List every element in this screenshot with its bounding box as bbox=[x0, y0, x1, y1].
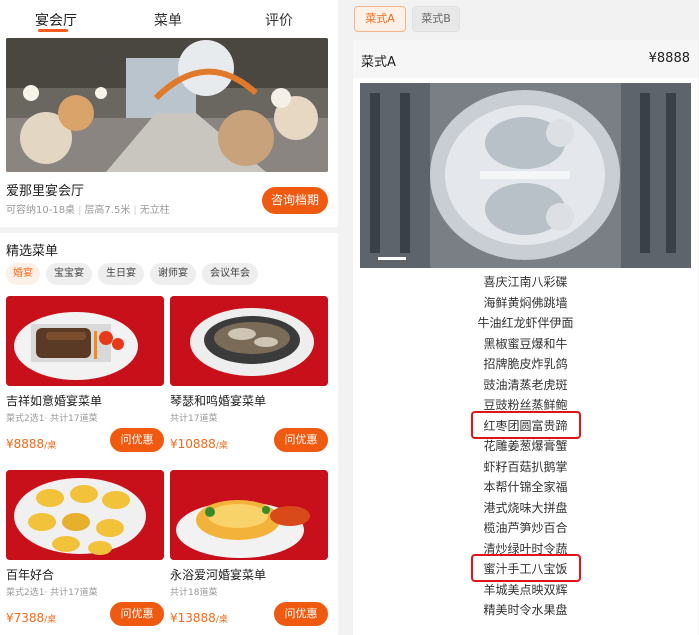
menu-detail-card: 菜式A ¥8888 喜庆江南八彩碟 海鲜黄焖佛跳墙 牛油红龙虾伴伊面 黑椒蜜豆爆… bbox=[353, 40, 698, 635]
dish-item: 黑椒蜜豆爆和牛 bbox=[483, 336, 568, 351]
hall-capacity: 可容纳10-18桌 bbox=[6, 205, 76, 216]
section-divider bbox=[0, 227, 338, 233]
menu-variant-tabs: 菜式A 菜式B bbox=[345, 0, 699, 38]
dish-item: 豉油清蒸老虎斑 bbox=[483, 377, 568, 392]
menu-title: 琴瑟和鸣婚宴菜单 bbox=[170, 394, 267, 408]
dish-item: 榄油芦笋炒百合 bbox=[483, 521, 568, 535]
dish-item: 牛油红龙虾伴伊面 bbox=[477, 316, 574, 330]
menu-card[interactable]: 琴瑟和鸣婚宴菜单 共计17道菜 ¥10888/桌 问优惠 bbox=[170, 296, 328, 456]
dish-photo bbox=[6, 470, 164, 560]
dish-item: 花雕姜葱爆膏蟹 bbox=[483, 439, 568, 453]
hall-render-photo[interactable] bbox=[360, 83, 691, 268]
dish-item: 港式烧味大拼盘 bbox=[483, 500, 568, 515]
chip-baby[interactable]: 宝宝宴 bbox=[46, 263, 92, 285]
chip-birthday[interactable]: 生日宴 bbox=[98, 263, 144, 285]
active-tab-indicator bbox=[38, 29, 68, 32]
menu-subtitle: 共计18道菜 bbox=[170, 588, 218, 598]
dish-item: 羊城美点映双辉 bbox=[483, 582, 568, 597]
hall-specs: 可容纳10-18桌 | 层高7.5米 | 无立柱 bbox=[6, 201, 170, 216]
ask-discount-button[interactable]: 问优惠 bbox=[110, 602, 164, 626]
menu-price: ¥7388/桌 bbox=[6, 611, 56, 625]
price-unit: /桌 bbox=[44, 441, 57, 451]
hall-name: 爱那里宴会厅 bbox=[6, 184, 85, 199]
menu-price: ¥10888/桌 bbox=[170, 437, 228, 451]
menu-subtitle: 共计17道菜 bbox=[170, 414, 218, 424]
dish-highlight-box bbox=[471, 410, 581, 439]
dish-item: 虾籽百菇扒鹅掌 bbox=[483, 459, 568, 474]
menu-title: 永浴爱河婚宴菜单 bbox=[170, 568, 267, 582]
tab-menu[interactable]: 菜单 bbox=[154, 10, 182, 30]
ask-discount-button[interactable]: 问优惠 bbox=[110, 428, 164, 452]
hall-pillar: 无立柱 bbox=[139, 205, 170, 216]
menu-subtitle: 菜式2选1· 共计17道菜 bbox=[6, 588, 98, 598]
ask-discount-button[interactable]: 问优惠 bbox=[274, 428, 328, 452]
price-unit: /桌 bbox=[44, 615, 57, 625]
spec-separator: | bbox=[133, 205, 137, 216]
dish-photo bbox=[170, 470, 328, 560]
menu-price: ¥8888/桌 bbox=[6, 437, 56, 451]
spec-separator: | bbox=[78, 205, 82, 216]
menu-subtitle: 菜式2选1· 共计17道菜 bbox=[6, 414, 98, 424]
dish-item: 海鲜黄焖佛跳墙 bbox=[483, 295, 568, 310]
ask-discount-button[interactable]: 问优惠 bbox=[274, 602, 328, 626]
menu-price: ¥13888/桌 bbox=[170, 611, 228, 625]
tab-menu-b[interactable]: 菜式B bbox=[412, 6, 460, 32]
chip-wedding[interactable]: 婚宴 bbox=[6, 263, 40, 285]
menu-header: 菜式A ¥8888 bbox=[353, 40, 698, 78]
chip-teacher[interactable]: 谢师宴 bbox=[150, 263, 196, 285]
price-unit: /桌 bbox=[215, 615, 228, 625]
menu-card[interactable]: 吉祥如意婚宴菜单 菜式2选1· 共计17道菜 ¥8888/桌 问优惠 bbox=[6, 296, 164, 456]
menu-detail-panel: 菜式A 菜式B 菜式A ¥8888 喜庆江南八彩碟 海鲜黄焖佛跳墙 牛油红龙虾伴… bbox=[345, 0, 699, 635]
chip-conference[interactable]: 会议年会 bbox=[202, 263, 258, 285]
hall-height: 层高7.5米 bbox=[84, 205, 131, 216]
menu-variant-name: 菜式A bbox=[361, 55, 396, 70]
price-unit: /桌 bbox=[215, 441, 228, 451]
dish-photo bbox=[170, 296, 328, 386]
dish-item: 本帮什锦全家福 bbox=[483, 480, 568, 494]
price-value: ¥8888 bbox=[6, 437, 45, 451]
price-value: ¥13888 bbox=[170, 611, 216, 625]
venue-tabs: 宴会厅 菜单 评价 bbox=[0, 0, 338, 38]
price-value: ¥10888 bbox=[170, 437, 216, 451]
app-root: 宴会厅 菜单 评价 爱那里宴会厅 可容纳10-18桌 | 层高7.5米 | 无立… bbox=[0, 0, 699, 635]
menu-title: 百年好合 bbox=[6, 568, 55, 582]
menu-card[interactable]: 永浴爱河婚宴菜单 共计18道菜 ¥13888/桌 问优惠 bbox=[170, 470, 328, 630]
dish-highlight-box bbox=[471, 554, 581, 582]
dish-photo bbox=[6, 296, 164, 386]
dish-item: 招牌脆皮炸乳鸽 bbox=[483, 357, 568, 371]
tab-reviews[interactable]: 评价 bbox=[265, 10, 293, 30]
menu-card[interactable]: 百年好合 菜式2选1· 共计17道菜 ¥7388/桌 问优惠 bbox=[6, 470, 164, 630]
tab-menu-a[interactable]: 菜式A bbox=[354, 6, 406, 32]
menu-title: 吉祥如意婚宴菜单 bbox=[6, 394, 103, 408]
consult-schedule-button[interactable]: 咨询档期 bbox=[262, 187, 328, 214]
hall-photo[interactable] bbox=[6, 38, 328, 172]
venue-panel: 宴会厅 菜单 评价 爱那里宴会厅 可容纳10-18桌 | 层高7.5米 | 无立… bbox=[0, 0, 338, 635]
dish-item: 喜庆江南八彩碟 bbox=[483, 275, 568, 289]
tab-banquet-hall[interactable]: 宴会厅 bbox=[35, 10, 77, 30]
menu-variant-price: ¥8888 bbox=[648, 51, 690, 66]
price-value: ¥7388 bbox=[6, 611, 45, 625]
dish-item: 精美时令水果盘 bbox=[483, 603, 568, 617]
featured-menus-title: 精选菜单 bbox=[6, 244, 59, 259]
